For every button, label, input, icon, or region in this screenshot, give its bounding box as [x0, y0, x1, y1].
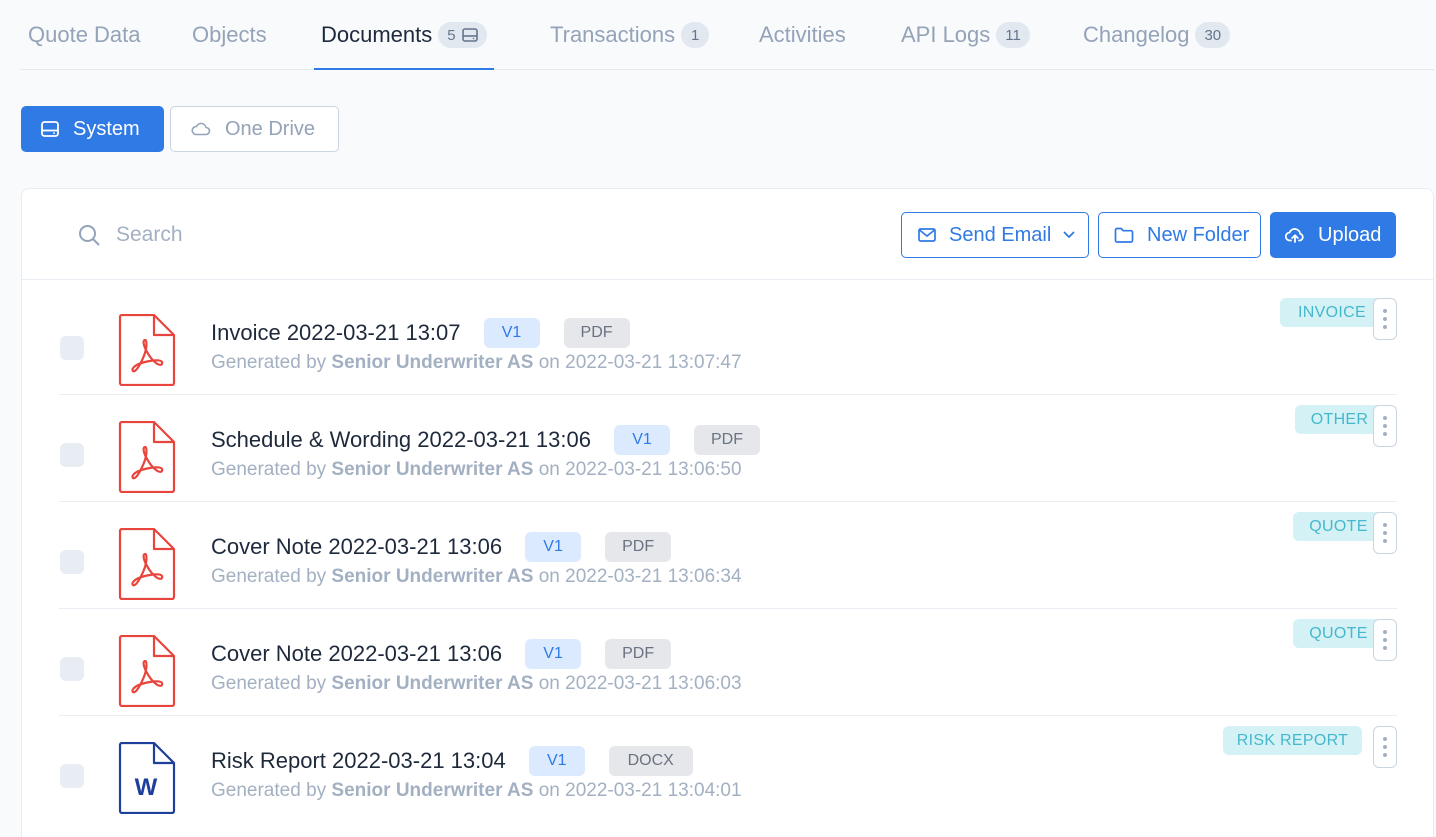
- category-badge: QUOTE: [1293, 512, 1384, 541]
- version-badge: V1: [483, 318, 540, 348]
- author-name: Senior Underwriter AS: [331, 352, 534, 373]
- document-row[interactable]: W Risk Report 2022-03-21 13:04 V1 DOCX G…: [59, 716, 1397, 823]
- more-options-button[interactable]: [1373, 726, 1397, 768]
- tab-objects[interactable]: Objects: [192, 0, 267, 70]
- version-badge: V1: [525, 532, 582, 562]
- upload-button[interactable]: Upload: [1270, 212, 1396, 258]
- tab-documents[interactable]: Documents 5: [314, 0, 494, 70]
- tab-label: Activities: [759, 22, 846, 47]
- document-title[interactable]: Invoice 2022-03-21 13:07: [211, 320, 461, 346]
- row-checkbox[interactable]: [60, 443, 84, 467]
- drive-icon: [41, 121, 59, 137]
- file-type-badge: PDF: [563, 318, 630, 348]
- more-options-button[interactable]: [1373, 512, 1397, 554]
- file-type-badge: DOCX: [608, 746, 693, 776]
- send-email-button[interactable]: Send Email: [901, 212, 1089, 258]
- document-meta: Generated by Senior Underwriter AS on 20…: [211, 459, 742, 480]
- tab-changelog[interactable]: Changelog 30: [1083, 0, 1231, 70]
- author-name: Senior Underwriter AS: [331, 459, 534, 480]
- tab-label: Documents: [321, 22, 433, 47]
- document-meta: Generated by Senior Underwriter AS on 20…: [211, 352, 742, 373]
- tab-label: Quote Data: [28, 22, 141, 47]
- tab-label: Objects: [192, 22, 267, 47]
- folder-icon: [1114, 227, 1134, 243]
- tab-quote-data[interactable]: Quote Data: [28, 0, 141, 70]
- version-badge: V1: [528, 746, 585, 776]
- tab-label: Changelog: [1083, 22, 1190, 47]
- search-box: [78, 213, 478, 257]
- tab-bar: Quote Data Objects Documents 5 Transacti…: [20, 0, 1434, 70]
- pdf-icon: [118, 528, 176, 600]
- more-options-button[interactable]: [1373, 298, 1397, 340]
- cloud-upload-icon: [1285, 228, 1304, 243]
- document-title[interactable]: Schedule & Wording 2022-03-21 13:06: [211, 427, 591, 453]
- file-type-badge: PDF: [605, 532, 672, 562]
- row-checkbox[interactable]: [60, 336, 84, 360]
- pdf-icon: [118, 421, 176, 493]
- category-badge: OTHER: [1295, 405, 1384, 434]
- author-name: Senior Underwriter AS: [331, 566, 534, 587]
- mail-icon: [918, 228, 936, 242]
- tab-label: API Logs: [901, 22, 991, 47]
- document-title[interactable]: Risk Report 2022-03-21 13:04: [211, 748, 506, 774]
- document-meta: Generated by Senior Underwriter AS on 20…: [211, 673, 742, 694]
- documents-panel: Send Email New Folder Upload Invoice 202…: [21, 188, 1434, 837]
- send-email-label: Send Email: [949, 223, 1052, 246]
- document-meta: Generated by Senior Underwriter AS on 20…: [211, 566, 742, 587]
- tab-count-badge: 11: [996, 22, 1030, 48]
- more-options-button[interactable]: [1373, 405, 1397, 447]
- category-badge: RISK REPORT: [1223, 726, 1362, 755]
- pdf-icon: [118, 635, 176, 707]
- tab-label: Transactions: [550, 22, 676, 47]
- document-row[interactable]: Invoice 2022-03-21 13:07 V1 PDF Generate…: [59, 288, 1397, 395]
- pdf-icon: [118, 314, 176, 386]
- cloud-icon: [191, 122, 211, 136]
- chevron-down-icon: [1063, 231, 1075, 238]
- tab-count-badge: 30: [1195, 22, 1231, 48]
- document-row[interactable]: Cover Note 2022-03-21 13:06 V1 PDF Gener…: [59, 502, 1397, 609]
- onedrive-source-label: One Drive: [225, 117, 316, 140]
- tab-transactions[interactable]: Transactions 1: [550, 0, 710, 70]
- document-row[interactable]: Schedule & Wording 2022-03-21 13:06 V1 P…: [59, 395, 1397, 502]
- drive-icon: [461, 28, 478, 42]
- onedrive-source-button[interactable]: One Drive: [170, 106, 339, 152]
- new-folder-button[interactable]: New Folder: [1098, 212, 1261, 258]
- row-checkbox[interactable]: [60, 764, 84, 788]
- system-source-label: System: [73, 117, 140, 140]
- documents-toolbar: Send Email New Folder Upload: [22, 189, 1433, 280]
- word-icon: W: [118, 742, 176, 814]
- system-source-button[interactable]: System: [21, 106, 164, 152]
- document-title[interactable]: Cover Note 2022-03-21 13:06: [211, 641, 502, 667]
- document-title[interactable]: Cover Note 2022-03-21 13:06: [211, 534, 502, 560]
- file-type-badge: PDF: [605, 639, 672, 669]
- version-badge: V1: [525, 639, 582, 669]
- more-options-button[interactable]: [1373, 619, 1397, 661]
- version-badge: V1: [613, 425, 670, 455]
- document-row[interactable]: Cover Note 2022-03-21 13:06 V1 PDF Gener…: [59, 609, 1397, 716]
- author-name: Senior Underwriter AS: [331, 673, 534, 694]
- category-badge: QUOTE: [1293, 619, 1384, 648]
- tab-count-badge: 1: [681, 22, 710, 48]
- new-folder-label: New Folder: [1147, 223, 1250, 246]
- file-type-badge: PDF: [693, 425, 760, 455]
- tab-api-logs[interactable]: API Logs 11: [901, 0, 1030, 70]
- tab-activities[interactable]: Activities: [759, 0, 846, 70]
- upload-label: Upload: [1318, 223, 1382, 246]
- search-icon: [79, 225, 100, 246]
- word-icon-letter: W: [135, 774, 158, 801]
- row-checkbox[interactable]: [60, 550, 84, 574]
- search-input[interactable]: [116, 223, 416, 247]
- document-meta: Generated by Senior Underwriter AS on 20…: [211, 780, 742, 801]
- category-badge: INVOICE: [1280, 298, 1384, 327]
- author-name: Senior Underwriter AS: [331, 780, 534, 801]
- row-checkbox[interactable]: [60, 657, 84, 681]
- tab-count-badge: 5: [438, 22, 487, 48]
